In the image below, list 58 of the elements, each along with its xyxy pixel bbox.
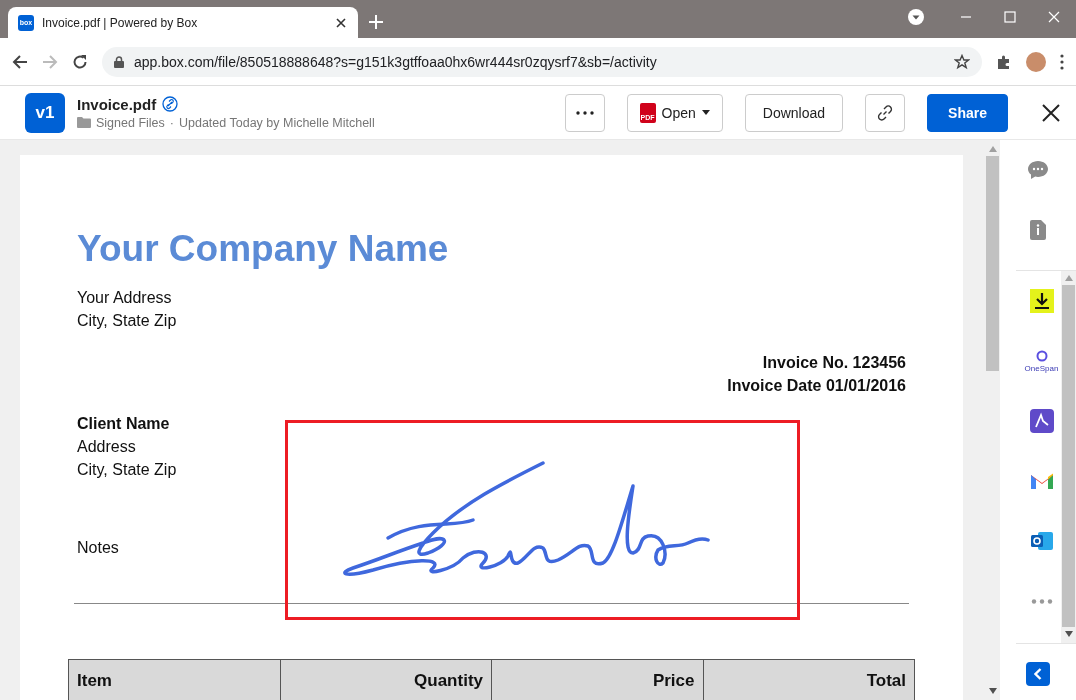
- reload-icon[interactable]: [72, 53, 88, 70]
- folder-link[interactable]: Signed Files: [96, 115, 165, 130]
- puzzle-icon[interactable]: [996, 53, 1012, 70]
- back-arrow-icon[interactable]: [12, 53, 28, 70]
- invoice-detail: Invoice No. 123456: [761, 352, 906, 373]
- calendar-mail-app-icon[interactable]: [1029, 529, 1054, 553]
- address-line: Your Address: [77, 287, 173, 308]
- url-text: app.box.com/file/850518888648?s=g151k3gtffoaa0hx6wr444sr0zqysrf7&sb=/activity: [134, 53, 657, 70]
- ellipsis-icon: [575, 110, 594, 115]
- column-header: Item: [68, 659, 280, 700]
- chevron-left-icon: [1034, 668, 1042, 680]
- separator-dot: ·: [169, 115, 174, 130]
- version-badge: v1: [25, 92, 65, 133]
- close-window-icon[interactable]: [1048, 11, 1060, 23]
- scroll-down-icon[interactable]: [988, 688, 997, 694]
- scroll-up-icon[interactable]: [1064, 275, 1073, 281]
- close-tab-icon[interactable]: [334, 15, 348, 30]
- scrollbar-thumb[interactable]: [1062, 285, 1075, 627]
- column-header: Total: [703, 659, 915, 700]
- client-name: Client Name: [77, 413, 171, 434]
- file-name: Invoice.pdf: [77, 95, 157, 113]
- invoice-detail: Invoice Date 01/01/2016: [726, 375, 906, 396]
- download-button[interactable]: Download: [744, 93, 844, 132]
- caret-icon: [701, 110, 710, 115]
- collapse-button[interactable]: [1026, 662, 1050, 686]
- link-icon[interactable]: [162, 96, 179, 112]
- tab-search-icon[interactable]: [908, 9, 924, 25]
- avatar-icon[interactable]: [1026, 51, 1046, 72]
- maximize-icon[interactable]: [1004, 11, 1016, 23]
- comment-icon[interactable]: [1027, 160, 1049, 180]
- notes-label: Notes: [77, 537, 120, 558]
- new-tab-icon[interactable]: [368, 14, 384, 30]
- close-icon[interactable]: [1042, 103, 1060, 122]
- mail-app-icon[interactable]: [1029, 472, 1054, 490]
- scrollbar-thumb[interactable]: [986, 156, 999, 371]
- file-info-icon[interactable]: [1030, 220, 1046, 240]
- download-app-icon[interactable]: [1029, 289, 1054, 313]
- client-address-line: City, State Zip: [77, 459, 178, 480]
- address-line: City, State Zip: [77, 310, 178, 331]
- tab-title[interactable]: Invoice.pdf | Powered by Box: [42, 15, 326, 30]
- copy-link-button[interactable]: [865, 93, 906, 132]
- column-header: Price: [491, 659, 703, 700]
- share-button[interactable]: Share: [927, 93, 1008, 132]
- company-name: Your Company Name: [77, 229, 450, 270]
- more-options-button[interactable]: [564, 93, 605, 132]
- lock-icon: [114, 55, 124, 68]
- more-apps-icon[interactable]: [1030, 598, 1053, 604]
- column-header: Quantity: [280, 659, 492, 700]
- folder-icon: [77, 117, 91, 128]
- updated-text: Updated Today by Michelle Mitchell: [178, 115, 375, 130]
- client-address-line: Address: [77, 436, 137, 457]
- star-icon[interactable]: [954, 53, 970, 70]
- menu-icon[interactable]: [1060, 53, 1064, 70]
- chain-link-icon: [876, 103, 895, 122]
- scroll-down-icon[interactable]: [1064, 631, 1073, 637]
- pdf-app-icon[interactable]: [1029, 409, 1054, 433]
- address-bar[interactable]: app.box.com/file/850518888648?s=g151k3gtffoaa0hx6wr444sr0zqysrf7&sb=/activity: [102, 46, 982, 77]
- scroll-up-icon[interactable]: [988, 146, 997, 152]
